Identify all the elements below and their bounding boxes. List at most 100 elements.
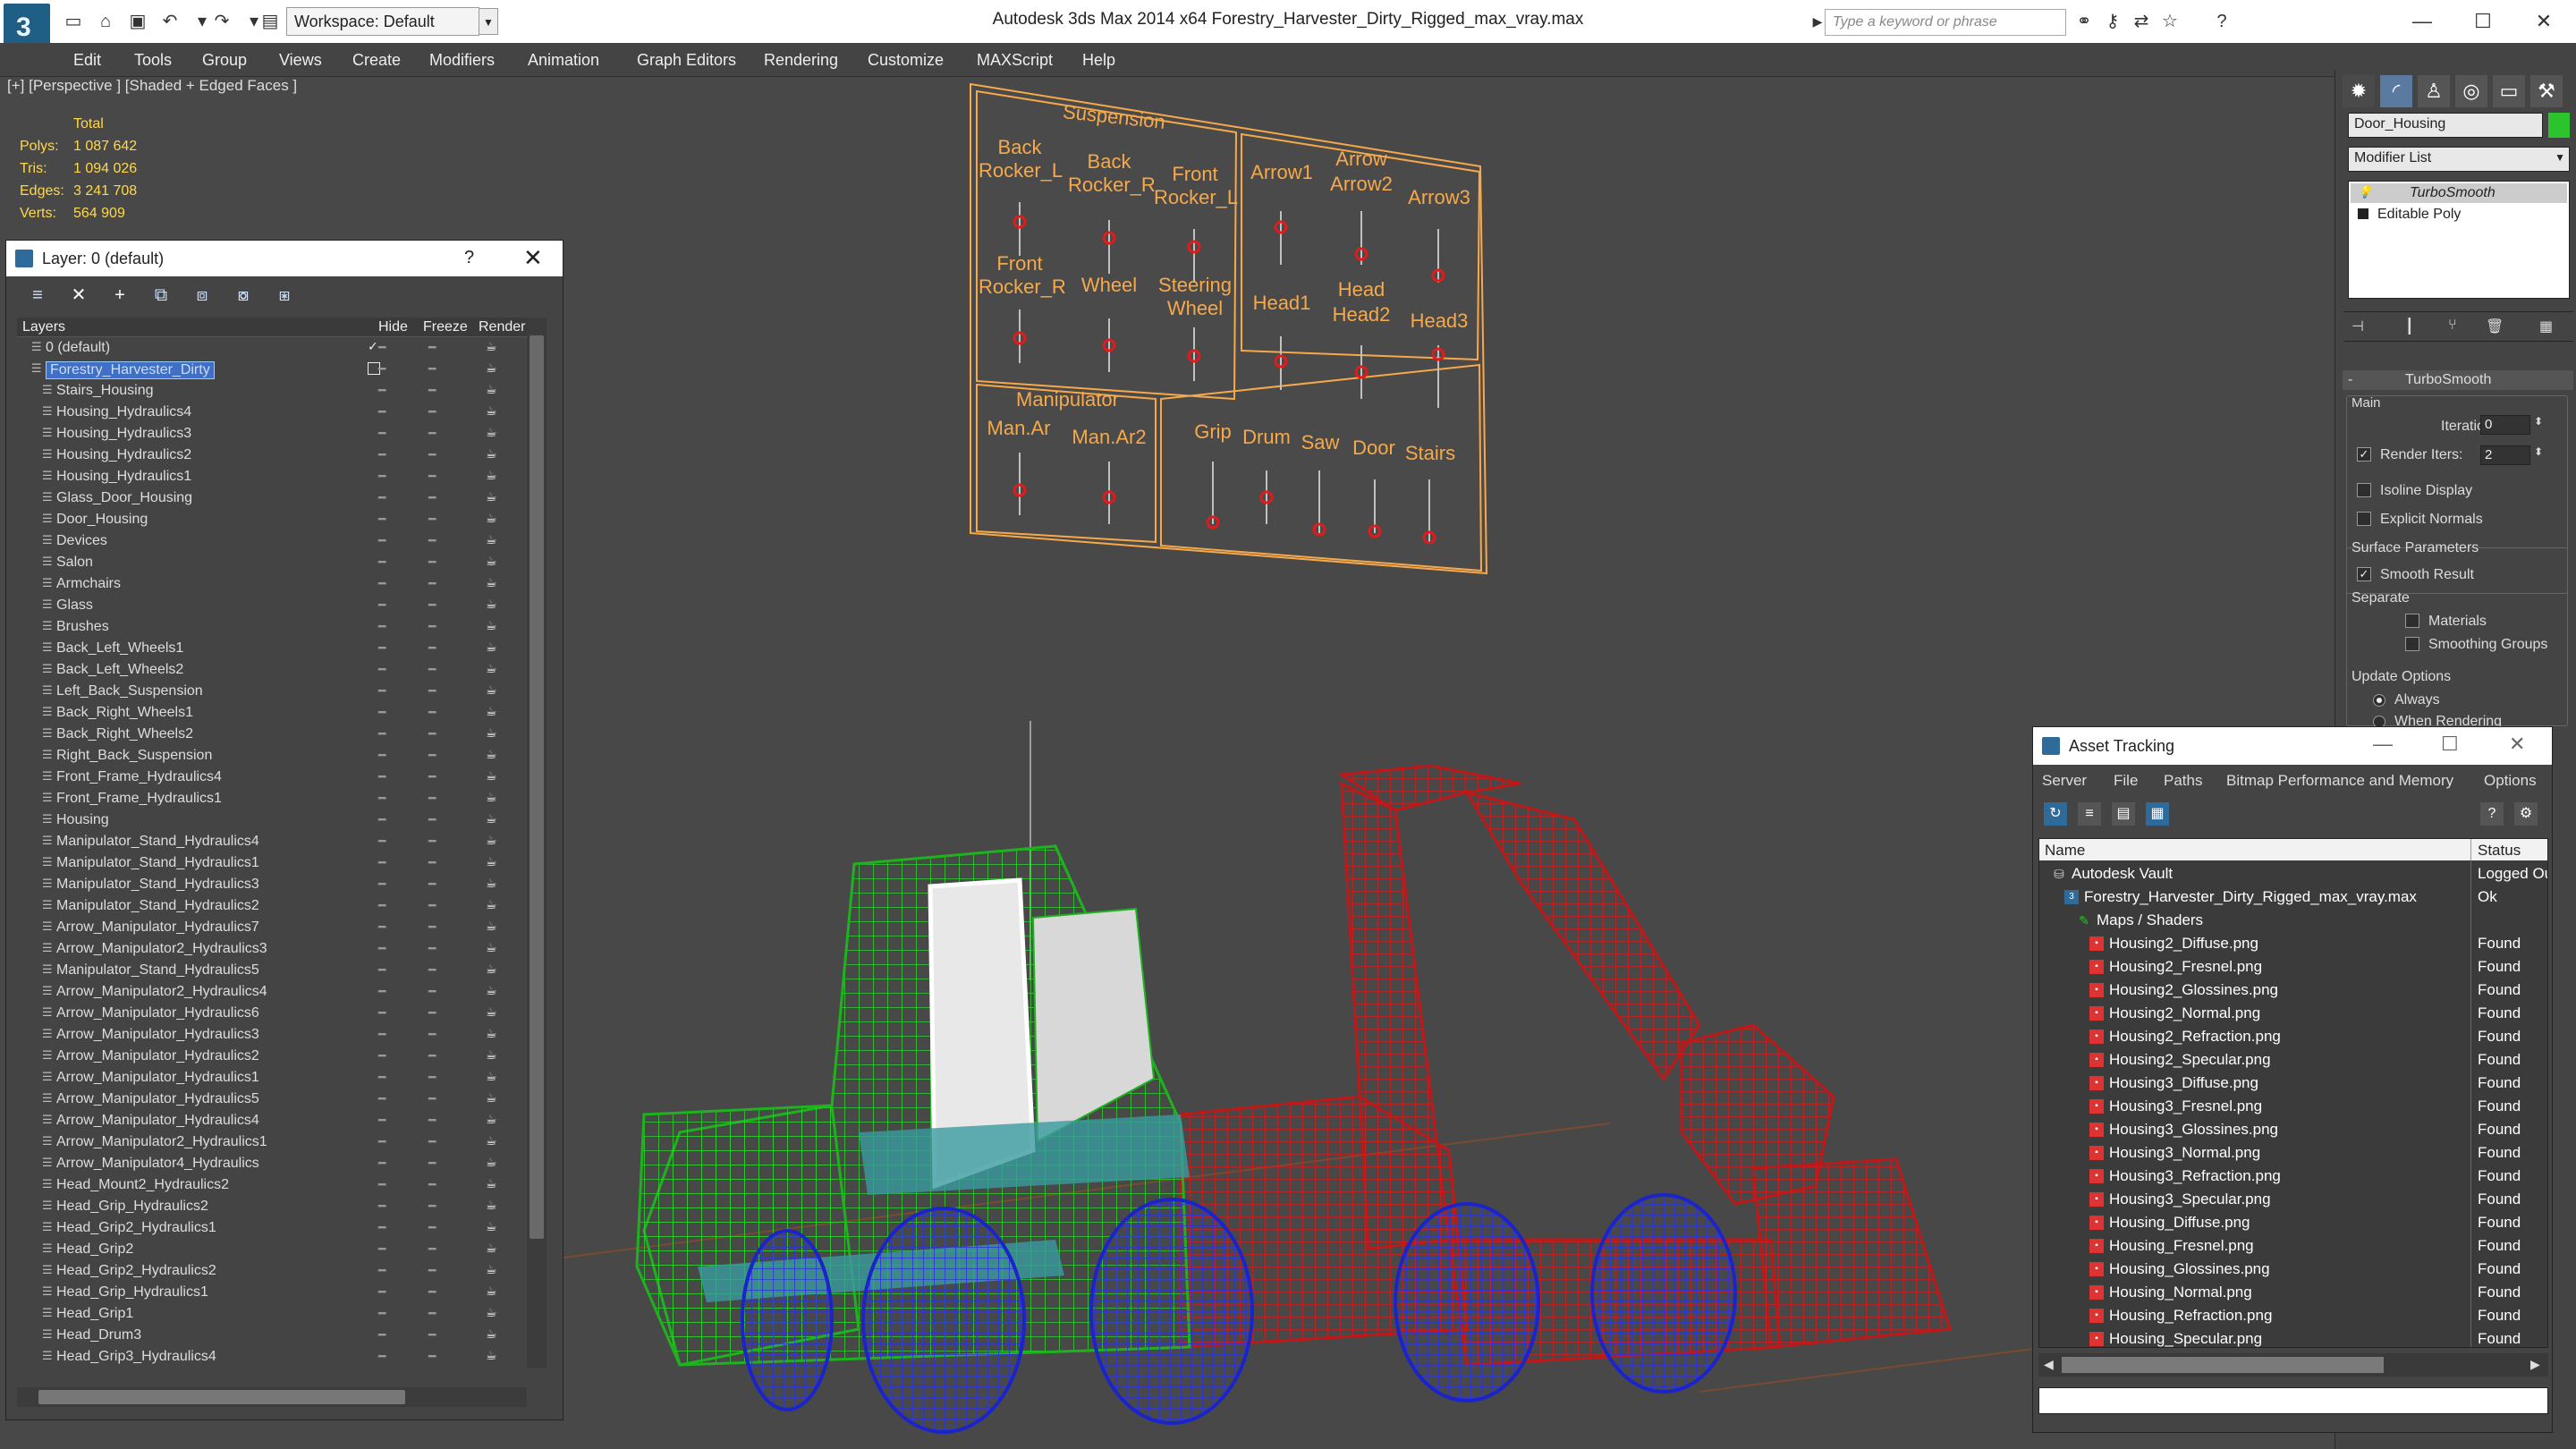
configure-sets-icon[interactable]: ▦ xyxy=(2539,318,2553,335)
help-icon[interactable]: ? xyxy=(2480,802,2504,826)
key-icon[interactable]: ⚷ xyxy=(2100,9,2125,34)
layer-row[interactable]: ☰ Housing ━ ━ ☕ xyxy=(17,809,527,831)
render-teapot-icon[interactable]: ☕ xyxy=(486,897,497,912)
render-teapot-icon[interactable]: ☕ xyxy=(486,1198,497,1213)
save-file-icon[interactable]: ▣ xyxy=(125,9,150,34)
freeze-toggle-icon[interactable]: ━ xyxy=(428,769,436,784)
freeze-toggle-icon[interactable]: ━ xyxy=(428,662,436,677)
render-iters-spinner-arrows[interactable]: ⬍ xyxy=(2534,445,2543,458)
menu-animation[interactable]: Animation xyxy=(528,51,599,70)
select-layer-icon[interactable]: ⧈ xyxy=(191,284,214,307)
asset-row[interactable]: ▪ Housing2_Refraction.png Found xyxy=(2039,1025,2547,1048)
render-teapot-icon[interactable]: ☕ xyxy=(486,339,497,354)
render-teapot-icon[interactable]: ☕ xyxy=(486,1326,497,1342)
maximize-button[interactable]: ☐ xyxy=(2467,5,2499,38)
layer-manager-icon[interactable]: ≡ xyxy=(26,284,49,307)
col-freeze[interactable]: Freeze xyxy=(423,319,468,335)
freeze-toggle-icon[interactable]: ━ xyxy=(428,619,436,634)
layer-panel-help-button[interactable]: ? xyxy=(464,248,474,268)
layer-row[interactable]: ☰ Back_Right_Wheels1 ━ ━ ☕ xyxy=(17,702,527,724)
hide-toggle-icon[interactable]: ━ xyxy=(378,426,386,441)
col-layers[interactable]: Layers xyxy=(22,319,65,335)
layer-row[interactable]: ☰ Front_Frame_Hydraulics1 ━ ━ ☕ xyxy=(17,788,527,809)
render-teapot-icon[interactable]: ☕ xyxy=(486,1305,497,1320)
tree-view-icon[interactable]: ▤ xyxy=(2112,802,2135,826)
freeze-toggle-icon[interactable]: ━ xyxy=(428,941,436,956)
asset-minimize-button[interactable]: — xyxy=(2373,733,2393,756)
scroll-right-icon[interactable]: ▶ xyxy=(2530,1357,2540,1372)
hide-toggle-icon[interactable]: ━ xyxy=(378,1048,386,1063)
layer-row[interactable]: ☰ Head_Grip3_Hydraulics4 ━ ━ ☕ xyxy=(17,1346,527,1364)
asset-menu-server[interactable]: Server xyxy=(2042,772,2087,790)
hide-toggle-icon[interactable]: ━ xyxy=(378,340,386,355)
asset-row[interactable]: ▪ Housing_Refraction.png Found xyxy=(2039,1304,2547,1327)
hide-toggle-icon[interactable]: ━ xyxy=(378,877,386,892)
hide-toggle-icon[interactable]: ━ xyxy=(378,984,386,999)
layer-row[interactable]: ☰ Head_Grip_Hydraulics2 ━ ━ ☕ xyxy=(17,1196,527,1217)
menu-edit[interactable]: Edit xyxy=(73,51,101,70)
asset-row[interactable]: ▪ Housing_Glossines.png Found xyxy=(2039,1258,2547,1281)
asset-row[interactable]: ▪ Housing3_Normal.png Found xyxy=(2039,1141,2547,1165)
display-tab-icon[interactable]: ▭ xyxy=(2493,75,2525,107)
hide-toggle-icon[interactable]: ━ xyxy=(378,834,386,849)
layer-row[interactable]: ☰ Forestry_Harvester_Dirty ━ ━ ☕ xyxy=(17,359,527,380)
layer-row[interactable]: ☰ Housing_Hydraulics1 ━ ━ ☕ xyxy=(17,466,527,487)
render-iters-checkbox[interactable]: ✓ xyxy=(2357,447,2371,462)
redo-icon[interactable]: ↷ xyxy=(209,9,234,34)
render-teapot-icon[interactable]: ☕ xyxy=(486,446,497,462)
freeze-toggle-icon[interactable]: ━ xyxy=(428,812,436,827)
hide-toggle-icon[interactable]: ━ xyxy=(378,941,386,956)
freeze-toggle-icon[interactable]: ━ xyxy=(428,576,436,591)
freeze-toggle-icon[interactable]: ━ xyxy=(428,340,436,355)
turbosmooth-rollout-header[interactable]: - TurboSmooth xyxy=(2343,370,2573,390)
render-teapot-icon[interactable]: ☕ xyxy=(486,919,497,934)
layer-row[interactable]: ☰ Head_Grip1 ━ ━ ☕ xyxy=(17,1303,527,1325)
layer-row[interactable]: ☰ Manipulator_Stand_Hydraulics3 ━ ━ ☕ xyxy=(17,874,527,895)
freeze-toggle-icon[interactable]: ━ xyxy=(428,447,436,462)
utilities-tab-icon[interactable]: ⚒ xyxy=(2530,75,2563,107)
render-teapot-icon[interactable]: ☕ xyxy=(486,1069,497,1084)
hide-toggle-icon[interactable]: ━ xyxy=(378,769,386,784)
freeze-toggle-icon[interactable]: ━ xyxy=(428,1220,436,1235)
render-teapot-icon[interactable]: ☕ xyxy=(486,940,497,955)
render-teapot-icon[interactable]: ☕ xyxy=(486,790,497,805)
hide-toggle-icon[interactable]: ━ xyxy=(378,1070,386,1085)
render-teapot-icon[interactable]: ☕ xyxy=(486,382,497,397)
asset-row[interactable]: ▪ Housing3_Refraction.png Found xyxy=(2039,1165,2547,1188)
freeze-toggle-icon[interactable]: ━ xyxy=(428,533,436,548)
hide-toggle-icon[interactable]: ━ xyxy=(378,383,386,398)
hide-toggle-icon[interactable]: ━ xyxy=(378,705,386,720)
freeze-toggle-icon[interactable]: ━ xyxy=(428,1284,436,1300)
hide-toggle-icon[interactable]: ━ xyxy=(378,533,386,548)
hide-toggle-icon[interactable]: ━ xyxy=(378,447,386,462)
layer-row[interactable]: ☰ Back_Right_Wheels2 ━ ━ ☕ xyxy=(17,724,527,745)
freeze-toggle-icon[interactable]: ━ xyxy=(428,984,436,999)
delete-layer-icon[interactable]: ✕ xyxy=(67,284,90,307)
layer-row[interactable]: ☰ Housing_Hydraulics2 ━ ━ ☕ xyxy=(17,445,527,466)
layer-row[interactable]: ☰ Arrow_Manipulator2_Hydraulics4 ━ ━ ☕ xyxy=(17,981,527,1003)
menu-rendering[interactable]: Rendering xyxy=(764,51,838,70)
render-teapot-icon[interactable]: ☕ xyxy=(486,811,497,826)
iterations-spinner[interactable]: 0 xyxy=(2480,415,2530,435)
render-teapot-icon[interactable]: ☕ xyxy=(486,768,497,784)
show-end-result-icon[interactable]: ┃ xyxy=(2405,318,2414,335)
hide-toggle-icon[interactable]: ━ xyxy=(378,662,386,677)
always-radio[interactable] xyxy=(2373,694,2385,707)
asset-row[interactable]: ▪ Housing3_Diffuse.png Found xyxy=(2039,1072,2547,1095)
freeze-toggle-icon[interactable]: ━ xyxy=(428,1306,436,1321)
render-teapot-icon[interactable]: ☕ xyxy=(486,1176,497,1191)
freeze-toggle-icon[interactable]: ━ xyxy=(428,1349,436,1364)
render-teapot-icon[interactable]: ☕ xyxy=(486,1348,497,1363)
hide-toggle-icon[interactable]: ━ xyxy=(378,404,386,419)
iterations-spinner-arrows[interactable]: ⬍ xyxy=(2534,415,2543,428)
menu-create[interactable]: Create xyxy=(352,51,401,70)
layer-row[interactable]: ☰ Left_Back_Suspension ━ ━ ☕ xyxy=(17,681,527,702)
add-to-layer-icon[interactable]: ⧉ xyxy=(149,284,173,307)
render-teapot-icon[interactable]: ☕ xyxy=(486,983,497,998)
hide-toggle-icon[interactable]: ━ xyxy=(378,1199,386,1214)
render-teapot-icon[interactable]: ☕ xyxy=(486,833,497,848)
render-teapot-icon[interactable]: ☕ xyxy=(486,511,497,526)
chevron-down-icon[interactable]: ▼ xyxy=(2555,151,2565,164)
collapse-icon[interactable]: - xyxy=(2348,372,2352,388)
exchange-icon[interactable]: ⇄ xyxy=(2129,9,2154,34)
